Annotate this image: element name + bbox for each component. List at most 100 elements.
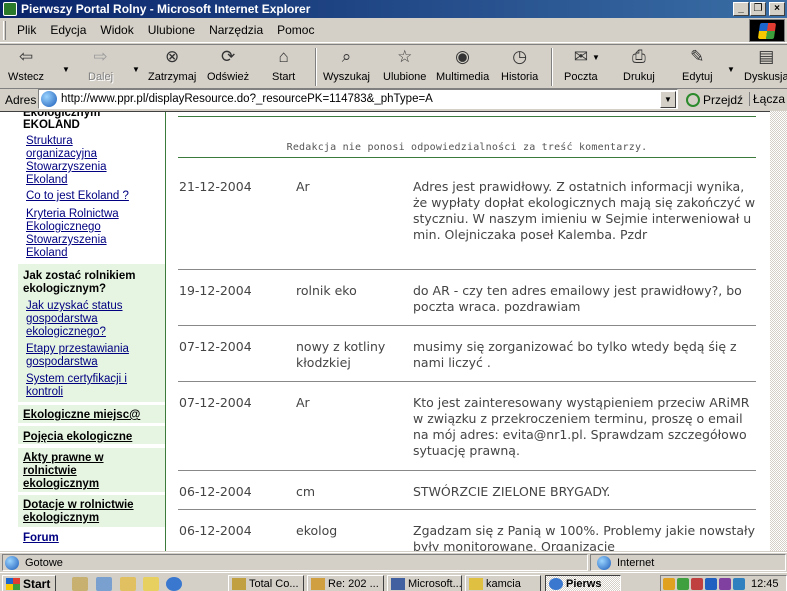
page-icon	[41, 91, 57, 107]
task-label: Pierws	[566, 577, 602, 590]
back-label: Wstecz	[8, 71, 45, 83]
comment-text: STWÓRZCIE ZIELONE BRYGADY.	[413, 484, 611, 499]
comment-author: ekolog	[296, 523, 338, 538]
menu-view[interactable]: Widok	[93, 23, 140, 37]
forward-arrow-icon: ⇨	[93, 47, 108, 66]
clock[interactable]: 12:45	[751, 578, 779, 590]
sidebar-heading-become-farmer: Jak zostać rolnikiem ekologicznym?	[23, 270, 136, 295]
sidebar-link-criteria[interactable]: Kryteria Rolnictwa Ekologicznego Stowarz…	[26, 208, 136, 260]
print-button[interactable]: ⎙ Drukuj	[623, 47, 655, 87]
sidebar-link-forum[interactable]: Forum	[23, 532, 59, 544]
mail-label: Poczta	[564, 71, 598, 83]
toolbar-separator	[315, 48, 317, 86]
media-icon: ◉	[455, 47, 471, 66]
sidebar-link-stages[interactable]: Etapy przestawiania gospodarstwa	[26, 343, 151, 369]
sidebar-link-structure[interactable]: Struktura organizacyjna Stowarzyszenia E…	[26, 135, 146, 187]
comment-text: musimy się zorganizować bo tylko wtedy b…	[413, 339, 737, 370]
tray-icon[interactable]	[663, 577, 675, 590]
menu-tools[interactable]: Narzędzia	[202, 23, 270, 37]
media-button[interactable]: ◉ Multimedia	[436, 47, 489, 87]
back-arrow-icon: ⇦	[18, 47, 34, 66]
sidebar-link-eco-terms[interactable]: Pojęcia ekologiczne	[23, 431, 132, 444]
history-icon: ◷	[512, 47, 528, 66]
taskbar-task[interactable]: Total Co...	[228, 575, 304, 591]
forward-dropdown-arrow[interactable]: ▼	[132, 65, 140, 74]
task-label: kamcia	[486, 577, 521, 590]
task-icon	[391, 577, 405, 590]
comment-date: 19-12-2004	[179, 283, 252, 298]
sidebar-link-subsidies[interactable]: Dotacje w rolnictwie ekologicznym	[23, 499, 163, 525]
start-button[interactable]: Start	[2, 575, 56, 591]
quicklaunch-icon[interactable]	[143, 577, 159, 591]
ie-quicklaunch-icon[interactable]	[166, 577, 182, 591]
search-label: Wyszukaj	[323, 71, 370, 83]
sidebar-link-certification[interactable]: System certyfikacji i kontroli	[26, 373, 151, 399]
address-dropdown-arrow[interactable]: ▼	[660, 90, 676, 108]
mail-dropdown-arrow[interactable]: ▼	[592, 53, 600, 62]
taskbar-task[interactable]: kamcia	[465, 575, 541, 591]
comment-divider	[178, 269, 756, 270]
refresh-button[interactable]: ⟳ Odśwież	[207, 47, 249, 87]
discuss-button[interactable]: ▤ Dyskusja	[744, 47, 787, 87]
back-dropdown-arrow[interactable]: ▼	[62, 65, 70, 74]
mail-icon: ✉	[573, 47, 588, 66]
stop-icon: ⊗	[165, 47, 180, 66]
comment-author: nowy z kotliny kłodzkiej	[296, 339, 386, 370]
sidebar-link-status[interactable]: Jak uzyskać status gospodarstwa ekologic…	[26, 300, 146, 339]
menu-bar: Plik Edycja Widok Ulubione Narzędzia Pom…	[0, 18, 787, 43]
go-button[interactable]: Przejdź	[686, 90, 743, 109]
sidebar-link-what-is-ekoland[interactable]: Co to jest Ekoland ?	[26, 190, 161, 203]
menu-favorites[interactable]: Ulubione	[141, 23, 202, 37]
maximize-button[interactable]: ❐	[750, 2, 766, 16]
home-label: Start	[272, 71, 296, 83]
close-button[interactable]: ×	[769, 2, 785, 16]
discuss-label: Dyskusja	[744, 71, 787, 83]
taskbar-task-active[interactable]: Pierws	[545, 575, 621, 591]
comment-date: 07-12-2004	[179, 395, 252, 410]
scrollbar-track[interactable]	[770, 111, 787, 551]
vertical-scrollbar[interactable]	[770, 111, 787, 551]
quicklaunch-icon[interactable]	[72, 577, 88, 591]
search-button[interactable]: ⌕ Wyszukaj	[323, 47, 370, 87]
task-label: Re: 202 ...	[328, 577, 379, 590]
quicklaunch-icon[interactable]	[120, 577, 136, 591]
discuss-icon: ▤	[758, 47, 775, 66]
menu-edit[interactable]: Edycja	[43, 23, 93, 37]
quicklaunch-icon[interactable]	[96, 577, 112, 591]
toolbar-separator	[551, 48, 553, 86]
comment-text: Kto jest zainteresowany wystąpieniem prz…	[413, 395, 750, 458]
links-toolbar[interactable]: Łącza	[749, 92, 785, 106]
tray-icon[interactable]	[719, 577, 731, 590]
back-button[interactable]: ⇦ Wstecz	[8, 47, 44, 87]
comment-text: Zgadzam się z Panią w 100%. Problemy jak…	[413, 523, 755, 551]
go-label: Przejdź	[703, 92, 744, 107]
tray-icon[interactable]	[691, 577, 703, 590]
taskbar-task[interactable]: Microsoft...	[387, 575, 462, 591]
tray-icon[interactable]	[705, 577, 717, 590]
forward-button[interactable]: ⇨ Dalej	[88, 47, 113, 87]
comments-panel: Redakcja nie ponosi odpowiedzialności za…	[166, 112, 770, 551]
address-field[interactable]: ▼	[38, 89, 678, 109]
favorites-button[interactable]: ☆ Ulubione	[383, 47, 426, 87]
comment-divider	[178, 470, 756, 471]
tray-icon[interactable]	[677, 577, 689, 590]
tray-icon[interactable]	[733, 577, 745, 590]
menu-help[interactable]: Pomoc	[270, 23, 321, 37]
address-input[interactable]	[61, 93, 660, 105]
edit-dropdown-arrow[interactable]: ▼	[727, 65, 735, 74]
taskbar-task[interactable]: Re: 202 ...	[307, 575, 384, 591]
stop-button[interactable]: ⊗ Zatrzymaj	[148, 47, 196, 87]
sidebar-link-legal-acts[interactable]: Akty prawne w rolnictwie ekologicznym	[23, 452, 133, 491]
sidebar-heading-ekoland: EKOLAND	[23, 119, 80, 131]
edit-button[interactable]: ✎ Edytuj	[682, 47, 713, 87]
history-button[interactable]: ◷ Historia	[501, 47, 538, 87]
home-button[interactable]: ⌂ Start	[272, 47, 295, 87]
sidebar-link-eco-places[interactable]: Ekologiczne miejsc@	[23, 409, 140, 422]
menu-file[interactable]: Plik	[10, 23, 43, 37]
page-content: Ekologicznym EKOLAND Struktura organizac…	[0, 111, 770, 551]
go-arrow-icon	[686, 92, 700, 107]
ie-app-icon[interactable]	[3, 2, 17, 16]
window-title: Pierwszy Portal Rolny - Microsoft Intern…	[21, 2, 311, 16]
minimize-button[interactable]: _	[733, 2, 749, 16]
menu-grip[interactable]	[3, 20, 6, 40]
